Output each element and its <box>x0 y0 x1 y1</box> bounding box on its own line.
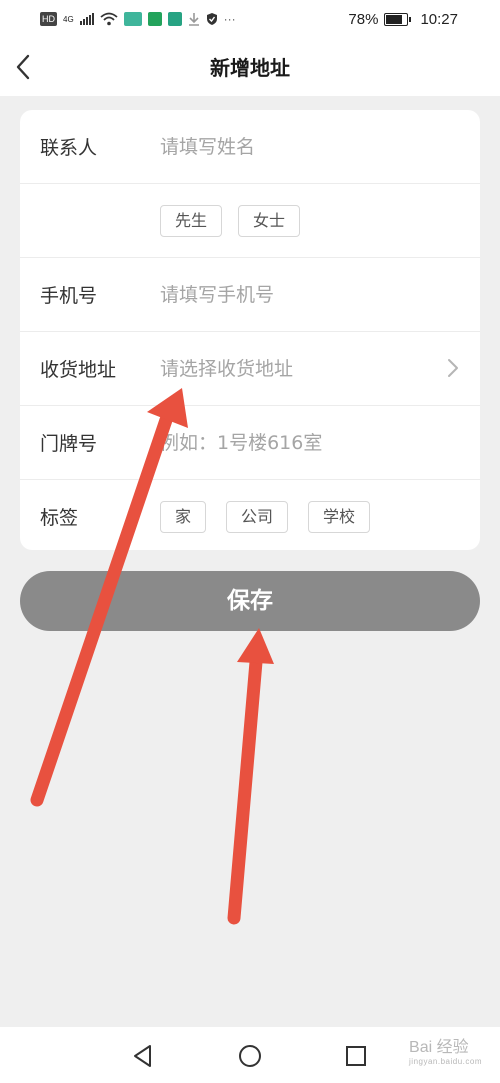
header-bar: 新增地址 <box>0 38 500 96</box>
network-label: 4G <box>63 14 74 24</box>
chevron-right-icon <box>448 359 458 377</box>
app-notification-icon <box>123 12 142 26</box>
home-circle-icon[interactable] <box>237 1043 263 1069</box>
salutation-row: 先生 女士 <box>20 184 480 258</box>
status-icons-right: 78% 10:27 <box>348 9 458 29</box>
phone-label: 手机号 <box>40 285 98 307</box>
hd-badge: HD <box>40 12 57 26</box>
salutation-mr-chip[interactable]: 先生 <box>160 204 223 237</box>
tag-company-chip[interactable]: 公司 <box>226 500 289 533</box>
shield-icon <box>206 13 217 25</box>
download-icon <box>188 13 199 26</box>
status-bar: HD 4G ··· 78% 10:27 <box>0 0 500 38</box>
recents-square-icon[interactable] <box>343 1043 369 1069</box>
phone-input[interactable] <box>160 283 480 306</box>
tag-home-chip[interactable]: 家 <box>160 500 207 533</box>
app-notification-icon-2 <box>167 12 182 26</box>
tag-school-chip[interactable]: 学校 <box>308 500 371 533</box>
tag-row: 标签 家 公司 学校 <box>20 480 480 550</box>
save-button[interactable]: 保存 <box>20 571 480 631</box>
contact-row: 联系人 <box>20 110 480 184</box>
fitness-app-icon <box>147 12 162 26</box>
status-icons-left: HD 4G ··· <box>40 9 236 29</box>
salutation-options: 先生 女士 <box>20 204 301 237</box>
address-form-card: 联系人 先生 女士 手机号 收货地址 门牌号 标签 家 公司 学校 <box>20 110 480 550</box>
house-number-input[interactable] <box>160 431 480 454</box>
contact-name-input[interactable] <box>160 135 480 158</box>
salutation-ms-chip[interactable]: 女士 <box>238 204 301 237</box>
tag-label: 标签 <box>40 507 79 529</box>
signal-icon <box>79 13 94 25</box>
arrow-to-save-button <box>227 628 274 925</box>
more-icon: ··· <box>223 12 236 26</box>
contact-label: 联系人 <box>40 137 98 159</box>
address-label: 收货地址 <box>40 359 117 381</box>
battery-icon <box>384 12 412 26</box>
watermark-url: jingyan.baidu.com <box>409 1057 482 1066</box>
phone-row: 手机号 <box>20 258 480 332</box>
house-number-label: 门牌号 <box>40 433 98 455</box>
address-row[interactable]: 收货地址 <box>20 332 480 406</box>
back-triangle-icon[interactable] <box>130 1043 156 1069</box>
house-number-row: 门牌号 <box>20 406 480 480</box>
baidu-watermark: Bai 经验 jingyan.baidu.com <box>409 1033 482 1066</box>
watermark-text: Bai 经验 <box>409 1039 469 1056</box>
wifi-icon <box>100 12 118 26</box>
tag-options: 家 公司 学校 <box>160 500 371 533</box>
battery-percent: 78% <box>348 10 379 28</box>
clock: 10:27 <box>420 10 458 28</box>
page-title: 新增地址 <box>210 56 290 80</box>
address-select-field[interactable] <box>160 357 480 380</box>
